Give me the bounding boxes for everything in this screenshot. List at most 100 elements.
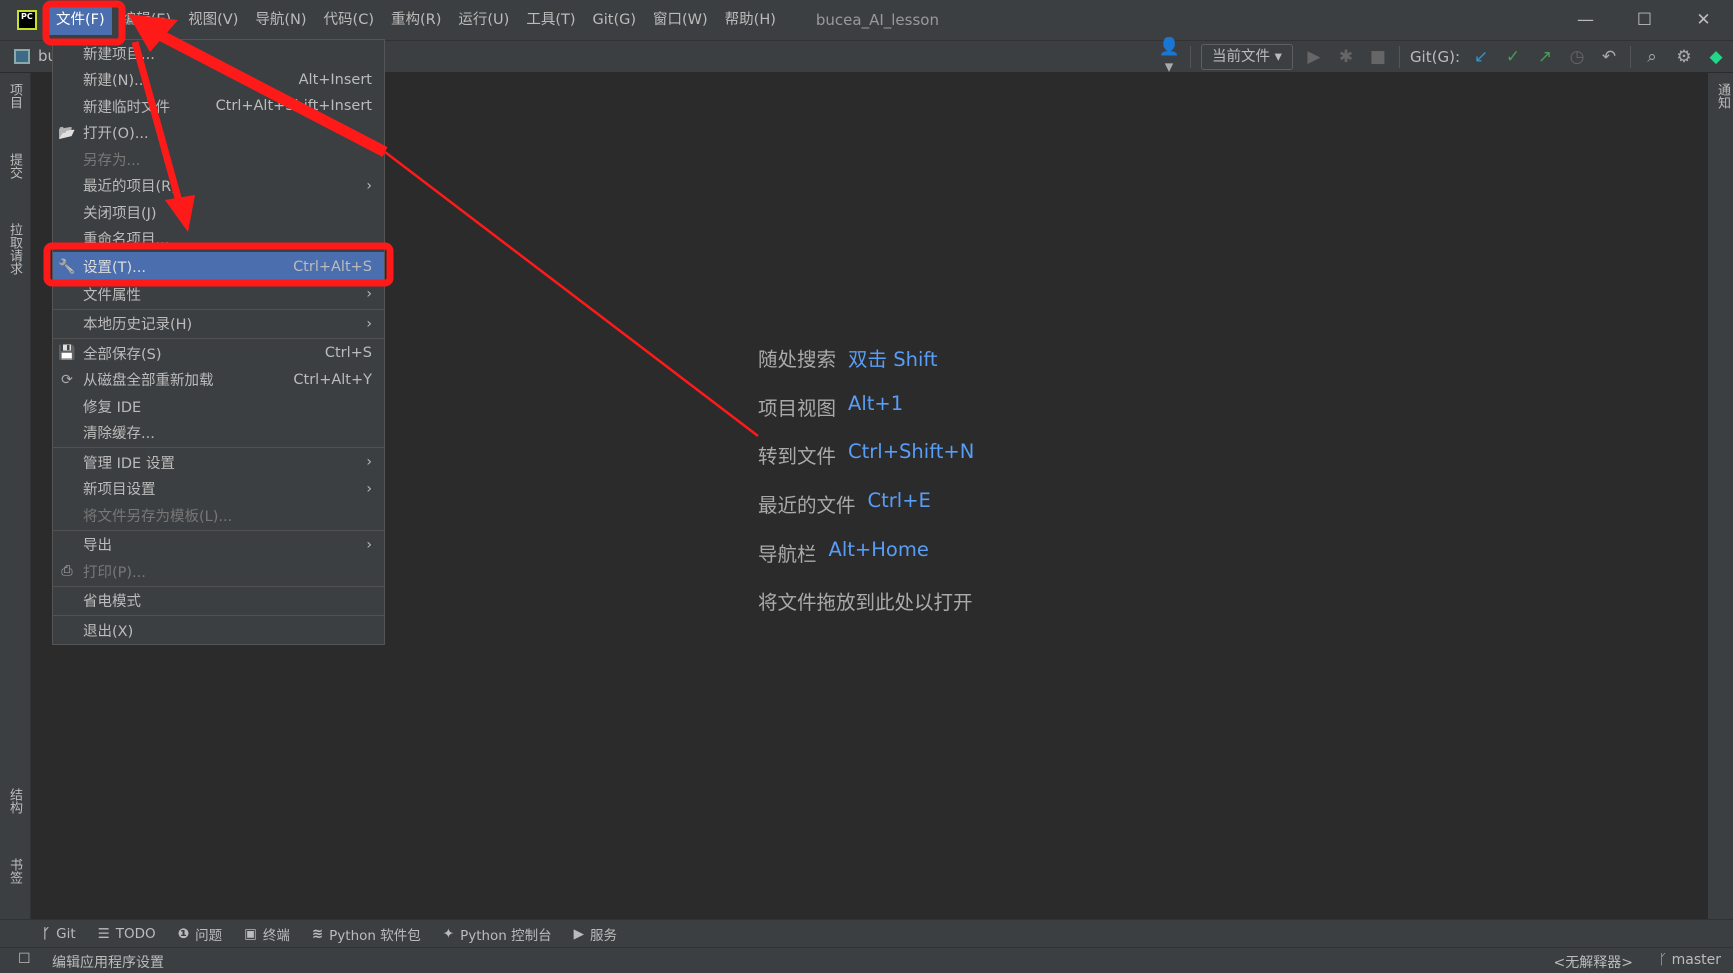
project-breadcrumb[interactable]: bu xyxy=(14,47,57,65)
menu-edit[interactable]: 编辑(E) xyxy=(115,5,178,35)
file-menu-item[interactable]: 💾 全部保存(S) Ctrl+S xyxy=(53,340,384,367)
interpreter-selector[interactable]: <无解释器> xyxy=(1554,952,1633,972)
chevron-right-icon: › xyxy=(366,480,372,497)
menu-run[interactable]: 运行(U) xyxy=(451,5,516,35)
file-menu-item[interactable]: 省电模式 xyxy=(53,588,384,615)
chevron-right-icon: › xyxy=(366,315,372,332)
tool-services[interactable]: ▶ 服务 xyxy=(574,924,617,944)
menu-item-shortcut: Alt+Insert xyxy=(298,71,372,88)
jetbrains-icon[interactable]: ◆ xyxy=(1705,47,1727,67)
menu-item-label: 重命名项目... xyxy=(83,232,170,249)
pycharm-logo: PC xyxy=(17,10,37,30)
file-menu-item[interactable]: 管理 IDE 设置 › xyxy=(53,449,384,476)
tool-notifications[interactable]: 通知 xyxy=(1713,83,1732,109)
tool-todo[interactable]: ☰ TODO xyxy=(98,926,156,942)
problem-icon: ❶ xyxy=(177,925,190,942)
branch-selector[interactable]: ᚴ master xyxy=(1659,952,1721,968)
tool-bookmarks[interactable]: 书签 xyxy=(5,858,24,884)
menu-separator xyxy=(53,308,384,310)
reload-icon: ⟳ xyxy=(61,371,73,388)
tool-python-packages[interactable]: ≋ Python 软件包 xyxy=(312,924,421,944)
menu-item-label: 退出(X) xyxy=(83,623,134,640)
wrench-icon: 🔧 xyxy=(58,258,76,275)
menu-refactor[interactable]: 重构(R) xyxy=(384,5,448,35)
file-menu-item[interactable]: 📂 打开(O)... xyxy=(53,120,384,147)
menu-tools[interactable]: 工具(T) xyxy=(519,5,582,35)
file-menu-item[interactable]: 关闭项目(J) xyxy=(53,199,384,226)
tool-git[interactable]: ᚴ Git xyxy=(42,926,76,942)
services-icon: ▶ xyxy=(573,925,585,942)
run-config-select[interactable]: 当前文件 ▾ xyxy=(1201,44,1293,70)
tool-terminal[interactable]: ▣ 终端 xyxy=(244,924,290,944)
history-icon[interactable]: ◷ xyxy=(1566,47,1588,67)
window-icon[interactable]: ☐ xyxy=(18,951,31,967)
close-button[interactable]: ✕ xyxy=(1674,0,1733,41)
file-menu-item[interactable]: 新建(N)... Alt+Insert xyxy=(53,67,384,94)
search-icon[interactable]: ⌕ xyxy=(1641,47,1663,67)
python-icon: ✦ xyxy=(442,925,455,942)
file-menu-item[interactable]: 🔧 设置(T)... Ctrl+Alt+S xyxy=(53,252,384,281)
gear-icon[interactable]: ⚙ xyxy=(1673,47,1695,67)
git-push-icon[interactable]: ↗ xyxy=(1534,47,1556,67)
menu-item-label: 另存为... xyxy=(83,152,141,169)
terminal-icon: ▣ xyxy=(244,925,257,942)
menu-item-shortcut: Ctrl+Alt+Y xyxy=(293,371,372,388)
menu-separator xyxy=(53,529,384,531)
menu-separator xyxy=(53,615,384,616)
file-menu-item[interactable]: 将文件另存为模板(L)... xyxy=(53,502,384,529)
menu-help[interactable]: 帮助(H) xyxy=(718,5,783,35)
debug-icon[interactable]: ✱ xyxy=(1335,47,1357,67)
menu-window[interactable]: 窗口(W) xyxy=(646,5,715,35)
menu-item-label: 新项目设置 xyxy=(83,482,156,499)
menu-item-label: 打开(O)... xyxy=(83,126,149,143)
file-menu-item[interactable]: 文件属性 › xyxy=(53,281,384,308)
file-menu-item[interactable]: 另存为... xyxy=(53,146,384,173)
hint-row: 随处搜索 双击 Shift xyxy=(758,348,938,371)
tool-commit[interactable]: 提交 xyxy=(5,153,24,179)
user-icon[interactable]: 👤▾ xyxy=(1158,37,1180,77)
file-menu-item[interactable]: 修复 IDE xyxy=(53,393,384,420)
file-menu-item[interactable]: 新建临时文件 Ctrl+Alt+Shift+Insert xyxy=(53,93,384,120)
git-commit-icon[interactable]: ✓ xyxy=(1502,47,1524,67)
menu-item-label: 新建临时文件 xyxy=(83,99,170,116)
maximize-button[interactable]: ☐ xyxy=(1615,0,1674,41)
file-menu-item[interactable]: ⎙ 打印(P)... xyxy=(53,558,384,585)
menu-separator xyxy=(53,447,384,448)
file-menu-item[interactable]: 新建项目... xyxy=(53,40,384,67)
menu-code[interactable]: 代码(C) xyxy=(317,5,381,35)
file-menu-item[interactable]: 新项目设置 › xyxy=(53,476,384,503)
empty-editor-hints: 随处搜索 双击 Shift 项目视图 Alt+1 转到文件 Ctrl+Shift+N … xyxy=(758,343,974,635)
tool-project[interactable]: 项目 xyxy=(5,83,24,109)
git-update-icon[interactable]: ↙ xyxy=(1470,47,1492,67)
stop-icon[interactable]: ■ xyxy=(1367,47,1389,67)
rollback-icon[interactable]: ↶ xyxy=(1598,47,1620,67)
menu-file[interactable]: 文件(F) xyxy=(49,5,112,35)
file-menu-item[interactable]: 导出 › xyxy=(53,532,384,559)
chevron-right-icon: › xyxy=(366,454,372,471)
tool-problems[interactable]: ❶ 问题 xyxy=(178,924,222,944)
file-menu-item[interactable]: 退出(X) xyxy=(53,617,384,644)
tool-structure[interactable]: 结构 xyxy=(5,788,24,814)
tool-pull-requests[interactable]: 拉取请求 xyxy=(5,223,24,275)
menu-navigate[interactable]: 导航(N) xyxy=(248,5,313,35)
annotation-line xyxy=(384,151,759,437)
menu-item-label: 本地历史记录(H) xyxy=(83,317,193,334)
menu-item-label: 最近的项目(R) xyxy=(83,179,177,196)
menu-item-label: 管理 IDE 设置 xyxy=(83,455,175,472)
file-menu-item[interactable]: 重命名项目... xyxy=(53,226,384,253)
menu-item-label: 全部保存(S) xyxy=(83,346,162,363)
layers-icon: ≋ xyxy=(311,925,324,942)
status-message: 编辑应用程序设置 xyxy=(52,955,164,971)
file-menu-item[interactable]: 清除缓存... xyxy=(53,420,384,447)
minimize-button[interactable]: — xyxy=(1556,0,1615,41)
tool-python-console[interactable]: ✦ Python 控制台 xyxy=(443,924,552,944)
hint-row: 将文件拖放到此处以打开 xyxy=(758,591,973,615)
menu-item-label: 新建(N)... xyxy=(83,73,148,90)
menu-git[interactable]: Git(G) xyxy=(586,5,644,35)
file-menu-item[interactable]: 本地历史记录(H) › xyxy=(53,311,384,338)
file-menu-item[interactable]: ⟳ 从磁盘全部重新加载 Ctrl+Alt+Y xyxy=(53,367,384,394)
run-icon[interactable]: ▶ xyxy=(1303,47,1325,67)
title-bar: PC 文件(F) 编辑(E) 视图(V) 导航(N) 代码(C) 重构(R) 运… xyxy=(0,0,1733,41)
menu-view[interactable]: 视图(V) xyxy=(181,5,245,35)
file-menu-item[interactable]: 最近的项目(R) › xyxy=(53,173,384,200)
